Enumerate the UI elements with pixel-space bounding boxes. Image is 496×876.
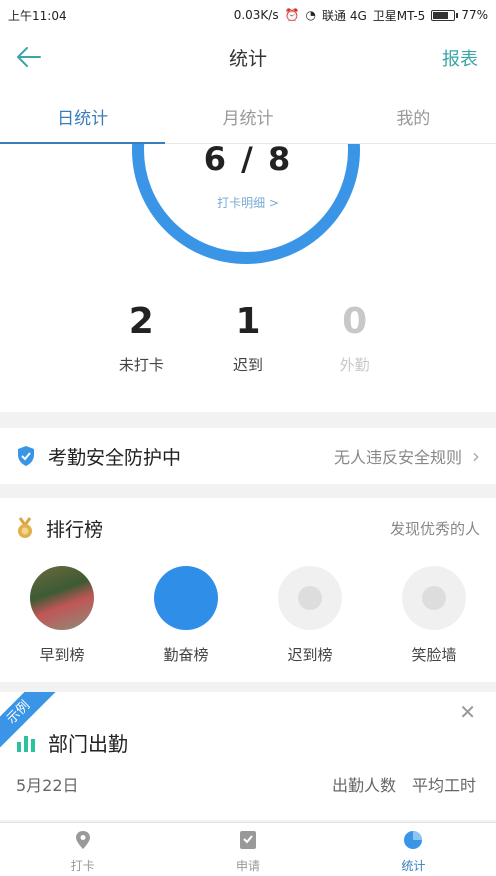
tab-monthly-stats[interactable]: 月统计: [165, 84, 330, 143]
tab-daily-stats[interactable]: 日统计: [0, 84, 166, 144]
document-icon: [239, 831, 256, 849]
nav-punch[interactable]: 打卡: [0, 823, 165, 876]
rank-label: 笑脸墙: [411, 646, 457, 664]
column-average-hours: 平均工时: [411, 776, 476, 795]
status-carrier1: 联通 4G: [322, 8, 367, 23]
status-time: 上午11:04: [8, 8, 67, 23]
battery-icon: [431, 9, 459, 21]
status-battery: 77%: [461, 8, 488, 22]
bar-chart-icon: [17, 735, 35, 752]
close-icon[interactable]: ✕: [459, 700, 476, 724]
stats-summary: 6 / 8 打卡明细 > 2 未打卡 1 迟到 0 外勤: [0, 144, 496, 412]
rank-label: 勤奋榜: [163, 646, 209, 664]
location-pin-icon: [75, 831, 90, 849]
department-card: 示例 ✕ 部门出勤 5月22日 出勤人数 平均工时: [0, 692, 496, 820]
rank-diligent[interactable]: 勤奋榜: [131, 566, 241, 665]
rank-late[interactable]: 迟到榜: [255, 566, 365, 665]
diligent-avatar: [154, 566, 218, 630]
status-right: 0.03K/s ⏰ ◔ 联通 4G 卫星MT-5 77%: [234, 7, 488, 24]
clock-icon: [278, 566, 342, 630]
security-label: 考勤安全防护中: [48, 446, 182, 469]
ranking-more[interactable]: 发现优秀的人: [390, 518, 480, 539]
early-avatar: [30, 566, 94, 630]
tab-mine[interactable]: 我的: [331, 84, 496, 143]
department-title: 部门出勤: [48, 732, 128, 756]
counter-value: 2: [128, 301, 154, 342]
counter-value: 0: [342, 301, 368, 342]
nav-label: 申请: [235, 859, 260, 873]
bottom-nav: 打卡 申请 统计: [0, 822, 496, 876]
ring-value: 6 / 8: [203, 144, 293, 178]
department-date: 5月22日: [16, 776, 79, 795]
counter-not-punched[interactable]: 2 未打卡: [88, 304, 195, 375]
counter-value: 1: [235, 301, 261, 342]
rank-early[interactable]: 早到榜: [7, 566, 117, 665]
ranking-card: 排行榜 发现优秀的人 早到榜 勤奋榜 迟到榜 笑脸墙: [0, 498, 496, 682]
app-header: 统计 报表: [0, 30, 496, 84]
nav-stats[interactable]: 统计: [331, 823, 496, 876]
chevron-right-icon: ›: [472, 444, 480, 468]
page-title: 统计: [228, 48, 267, 70]
shield-icon: [18, 446, 34, 466]
tab-bar: 日统计 月统计 我的: [0, 84, 496, 144]
smile-icon: [402, 566, 466, 630]
ranking-items: 早到榜 勤奋榜 迟到榜 笑脸墙: [0, 558, 496, 665]
status-bar: 上午11:04 0.03K/s ⏰ ◔ 联通 4G 卫星MT-5 77%: [0, 0, 496, 30]
counter-field-work[interactable]: 0 外勤: [301, 304, 408, 375]
counter-label: 迟到: [233, 356, 264, 374]
security-tip: 无人违反安全规则: [333, 448, 462, 467]
rank-label: 早到榜: [39, 646, 85, 664]
alarm-icon: ⏰: [284, 8, 300, 22]
medal-icon: [18, 517, 32, 538]
nav-apply[interactable]: 申请: [165, 823, 330, 876]
rank-label: 迟到榜: [287, 646, 333, 664]
counter-label: 未打卡: [118, 356, 164, 374]
rank-smile[interactable]: 笑脸墙: [379, 566, 489, 665]
nav-label: 打卡: [70, 859, 95, 873]
nav-label: 统计: [401, 859, 426, 873]
status-carrier2: 卫星MT-5: [372, 8, 426, 23]
status-speed: 0.03K/s: [233, 8, 279, 22]
punch-detail-link[interactable]: 打卡明细 >: [0, 194, 496, 211]
counter-label: 外勤: [339, 356, 370, 374]
wifi-icon: ◔: [305, 8, 317, 22]
department-title-row: 部门出勤: [16, 728, 128, 757]
security-row[interactable]: 考勤安全防护中 无人违反安全规则 ›: [0, 428, 496, 484]
counter-late[interactable]: 1 迟到: [195, 304, 302, 375]
report-button[interactable]: 报表: [442, 45, 478, 71]
ranking-header[interactable]: 排行榜 发现优秀的人: [0, 498, 496, 558]
pie-chart-icon: [404, 831, 423, 849]
ranking-title: 排行榜: [46, 518, 104, 541]
department-columns: 出勤人数 平均工时: [332, 772, 476, 796]
counter-row: 2 未打卡 1 迟到 0 外勤: [88, 304, 408, 375]
column-attendance-count: 出勤人数: [331, 776, 396, 795]
